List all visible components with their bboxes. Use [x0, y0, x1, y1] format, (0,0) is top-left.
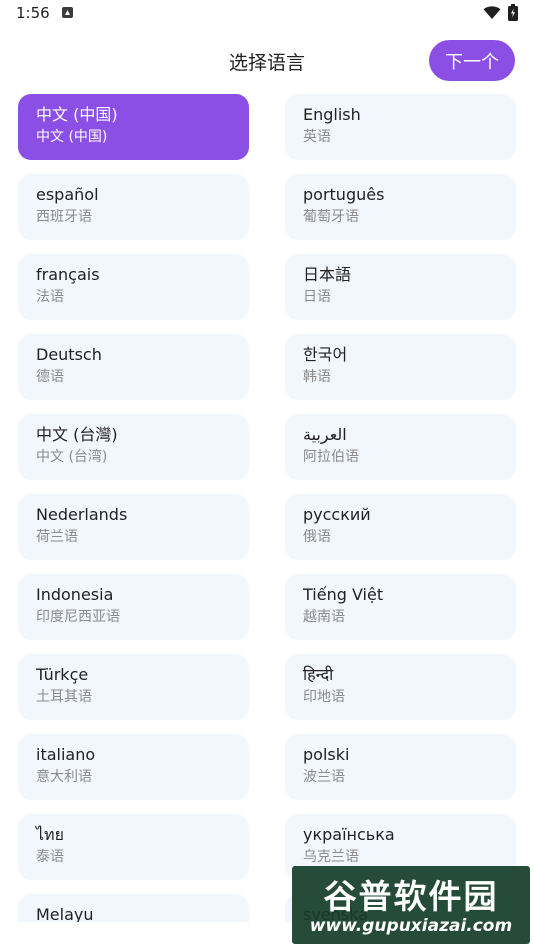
language-native-name: русский	[303, 505, 371, 524]
language-translated-name: 葡萄牙语	[303, 209, 359, 225]
language-option[interactable]: 한국어 韩语	[285, 334, 516, 400]
watermark-logo: 谷普软件园 www.gupuxiazai.com	[292, 866, 530, 944]
language-native-name: português	[303, 185, 385, 204]
language-native-name: Türkçe	[36, 665, 89, 684]
language-native-name: العربية	[303, 425, 347, 444]
language-translated-name: 阿拉伯语	[303, 449, 359, 465]
language-option[interactable]: हिन्दी 印地语	[285, 654, 516, 720]
status-bar: 1:56	[0, 0, 534, 30]
language-option[interactable]: português 葡萄牙语	[285, 174, 516, 240]
language-translated-name: 越南语	[303, 609, 345, 625]
language-native-name: 日本語	[303, 265, 352, 284]
language-translated-name: 土耳其语	[36, 689, 92, 705]
language-native-name: English	[303, 105, 361, 124]
language-option[interactable]: français 法语	[18, 254, 249, 320]
language-translated-name: 波兰语	[303, 769, 345, 785]
language-native-name: français	[36, 265, 100, 284]
language-translated-name: 西班牙语	[36, 209, 92, 225]
language-native-name: Melayu	[36, 905, 94, 922]
app-notification-icon	[62, 7, 73, 18]
language-native-name: Indonesia	[36, 585, 114, 604]
language-option[interactable]: polski 波兰语	[285, 734, 516, 800]
language-translated-name: 意大利语	[36, 769, 92, 785]
language-option[interactable]: 中文 (台灣) 中文 (台湾)	[18, 414, 249, 480]
language-translated-name: 印地语	[303, 689, 345, 705]
language-native-name: polski	[303, 745, 350, 764]
language-translated-name: 日语	[303, 289, 331, 305]
language-native-name: Nederlands	[36, 505, 128, 524]
language-native-name: українська	[303, 825, 395, 844]
language-native-name: 中文 (中国)	[36, 105, 118, 124]
language-native-name: 中文 (台灣)	[36, 425, 118, 444]
language-native-name: español	[36, 185, 99, 204]
battery-icon	[508, 4, 518, 21]
language-option[interactable]: русский 俄语	[285, 494, 516, 560]
language-translated-name: 英语	[303, 129, 331, 145]
language-option[interactable]: Melayu	[18, 894, 249, 922]
language-option[interactable]: Deutsch 德语	[18, 334, 249, 400]
language-option[interactable]: Tiếng Việt 越南语	[285, 574, 516, 640]
language-translated-name: 德语	[36, 369, 64, 385]
language-translated-name: 荷兰语	[36, 529, 78, 545]
language-translated-name: 泰语	[36, 849, 64, 865]
language-translated-name: 印度尼西亚语	[36, 609, 120, 625]
language-option[interactable]: español 西班牙语	[18, 174, 249, 240]
language-option[interactable]: Nederlands 荷兰语	[18, 494, 249, 560]
language-option[interactable]: 中文 (中国) 中文 (中国)	[18, 94, 249, 160]
language-native-name: italiano	[36, 745, 96, 764]
language-translated-name: 法语	[36, 289, 64, 305]
language-option[interactable]: Türkçe 土耳其语	[18, 654, 249, 720]
status-time: 1:56	[16, 4, 50, 22]
language-option[interactable]: Indonesia 印度尼西亚语	[18, 574, 249, 640]
wifi-icon	[483, 6, 501, 19]
language-native-name: हिन्दी	[303, 665, 334, 684]
language-translated-name: 中文 (中国)	[36, 129, 108, 145]
language-option[interactable]: italiano 意大利语	[18, 734, 249, 800]
language-option[interactable]: 日本語 日语	[285, 254, 516, 320]
language-option[interactable]: ไทย 泰语	[18, 814, 249, 880]
language-option[interactable]: العربية 阿拉伯语	[285, 414, 516, 480]
language-native-name: 한국어	[303, 345, 348, 364]
watermark-title: 谷普软件园	[323, 877, 499, 916]
language-translated-name: 中文 (台湾)	[36, 449, 108, 465]
language-native-name: ไทย	[36, 825, 64, 844]
language-option[interactable]: English 英语	[285, 94, 516, 160]
header: 选择语言 下一个	[0, 36, 534, 86]
language-translated-name: 韩语	[303, 369, 331, 385]
watermark-url: www.gupuxiazai.com	[309, 916, 513, 936]
language-translated-name: 乌克兰语	[303, 849, 359, 865]
next-button[interactable]: 下一个	[429, 40, 515, 81]
language-translated-name: 俄语	[303, 529, 331, 545]
language-grid: 中文 (中国) 中文 (中国) English 英语 español 西班牙语 portug…	[18, 94, 517, 922]
language-native-name: Deutsch	[36, 345, 102, 364]
language-native-name: Tiếng Việt	[303, 585, 384, 604]
